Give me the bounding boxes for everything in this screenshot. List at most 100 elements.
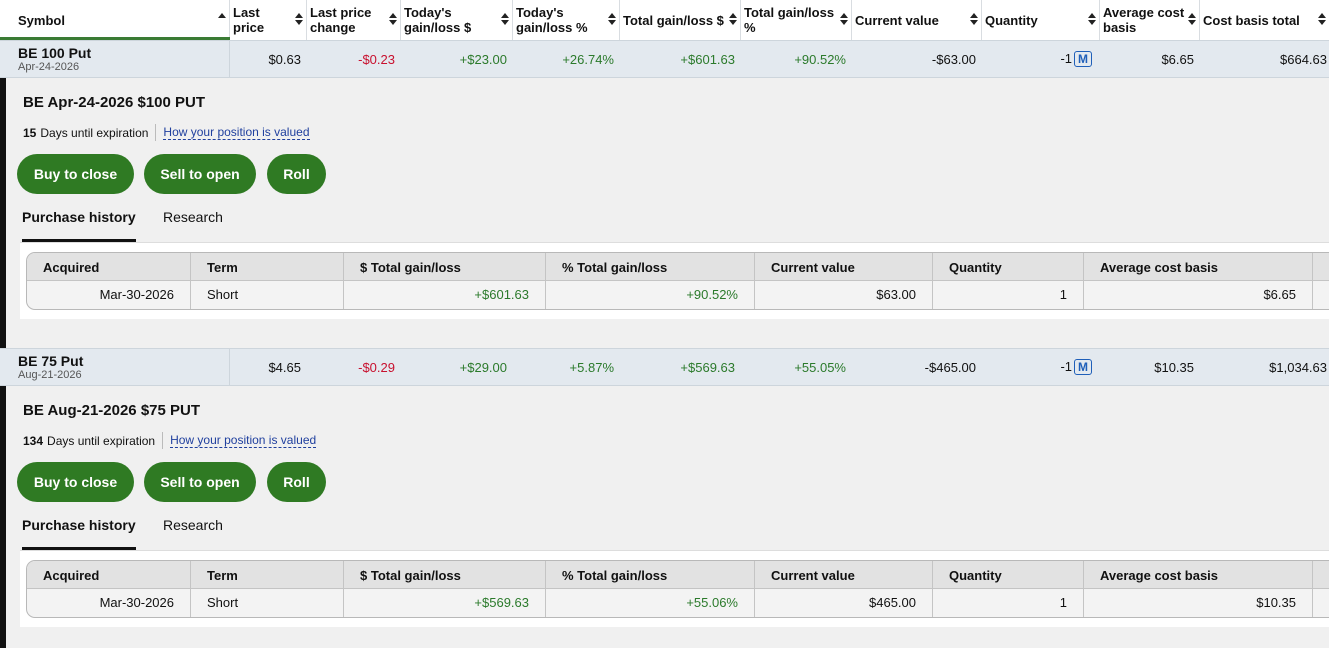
history-term: Short [191,589,344,617]
valuation-link[interactable]: How your position is valued [170,433,317,448]
position-symbol[interactable]: BE 75 Put Aug-21-2026 [18,353,84,382]
column-header-total-gain-dollar[interactable]: Total gain/loss $ [620,0,741,40]
sort-icon [295,13,303,27]
sort-icon [1188,13,1196,27]
history-term: Short [191,281,344,309]
expiration-info: 134 Days until expiration How your posit… [23,432,317,449]
history-total-gain-dollar: +$601.63 [344,281,546,309]
valuation-link[interactable]: How your position is valued [163,125,310,140]
tab-research[interactable]: Research [163,209,223,225]
avg-cost-basis: $10.35 [1154,360,1194,375]
sort-icon [840,13,848,27]
contract-title: BE Aug-21-2026 $75 PUT [23,402,201,419]
history-header-total-gain-dollar: $ Total gain/loss [344,253,546,281]
last-price-change: -$0.23 [358,52,395,67]
days-label: Days until expiration [47,433,156,448]
history-header-term: Term [191,253,344,281]
history-total-gain-pct: +90.52% [546,281,755,309]
positions-table-header: Symbol Last price Last price change Toda… [0,0,1329,41]
quantity: -1 [1060,359,1072,374]
todays-gain-dollar: +$23.00 [459,52,507,67]
position-detail-panel: BE Aug-21-2026 $75 PUT 134 Days until ex… [0,386,1329,648]
column-header-todays-gain-pct[interactable]: Today's gain/loss % [513,0,620,40]
history-total-gain-dollar: +$569.63 [344,589,546,617]
column-divider [229,349,230,385]
history-header-overflow [1313,253,1329,281]
position-row[interactable]: BE 75 Put Aug-21-2026 $4.65 -$0.29 +$29.… [0,348,1329,386]
todays-gain-pct: +5.87% [569,360,614,375]
history-current-value: $63.00 [755,281,933,309]
roll-button[interactable]: Roll [267,154,326,194]
purchase-history-table: Acquired Term $ Total gain/loss % Total … [26,252,1329,310]
purchase-history-panel: Acquired Term $ Total gain/loss % Total … [20,242,1329,319]
column-header-total-gain-pct[interactable]: Total gain/loss % [741,0,852,40]
column-header-cost-basis-total[interactable]: Cost basis total [1200,0,1329,40]
history-current-value: $465.00 [755,589,933,617]
last-price: $0.63 [268,52,301,67]
current-value: -$465.00 [924,360,976,375]
history-total-gain-pct: +55.06% [546,589,755,617]
symbol-expiry-date: Aug-21-2026 [18,369,82,381]
tab-purchase-history[interactable]: Purchase history [22,209,136,225]
total-gain-pct: +55.05% [794,360,846,375]
position-row[interactable]: BE 100 Put Apr-24-2026 $0.63 -$0.23 +$23… [0,40,1329,78]
divider [155,124,157,141]
history-avg-cost-basis: $10.35 [1084,589,1313,617]
column-header-last-price[interactable]: Last price [230,0,307,40]
days-count: 134 [23,433,44,448]
cost-basis-total: $664.63 [1280,52,1327,67]
position-symbol[interactable]: BE 100 Put Apr-24-2026 [18,46,91,74]
history-header-current-value: Current value [755,253,933,281]
margin-badge: M [1074,51,1092,67]
total-gain-dollar: +$601.63 [680,52,735,67]
sort-icon [729,13,737,27]
column-header-avg-cost-basis[interactable]: Average cost basis [1100,0,1200,40]
roll-button[interactable]: Roll [267,462,326,502]
symbol-name: BE 75 Put [18,353,84,369]
last-price: $4.65 [268,360,301,375]
history-header-avg-cost-basis: Average cost basis [1084,253,1313,281]
sort-icon [389,13,397,27]
history-quantity: 1 [933,281,1084,309]
sort-ascending-icon [218,13,226,27]
sell-to-open-button[interactable]: Sell to open [144,154,256,194]
history-header-total-gain-pct: % Total gain/loss [546,253,755,281]
total-gain-pct: +90.52% [794,52,846,67]
expiration-info: 15 Days until expiration How your positi… [23,124,310,141]
sort-icon [1318,13,1326,27]
current-value: -$63.00 [931,52,976,67]
purchase-history-panel: Acquired Term $ Total gain/loss % Total … [20,550,1329,627]
column-divider [229,41,230,77]
buy-to-close-button[interactable]: Buy to close [17,462,134,502]
tab-purchase-history[interactable]: Purchase history [22,517,136,533]
column-header-current-value[interactable]: Current value [852,0,982,40]
history-header-current-value: Current value [755,561,933,589]
sort-icon [608,13,616,27]
history-header-overflow [1313,561,1329,589]
days-label: Days until expiration [40,125,149,140]
history-header-total-gain-dollar: $ Total gain/loss [344,561,546,589]
column-header-quantity[interactable]: Quantity [982,0,1100,40]
column-header-symbol[interactable]: Symbol [0,0,230,40]
sort-icon [1088,13,1096,27]
sort-icon [970,13,978,27]
quantity-cell: -1 M [1060,359,1092,375]
column-header-todays-gain-dollar[interactable]: Today's gain/loss $ [401,0,513,40]
margin-badge: M [1074,359,1092,375]
todays-gain-pct: +26.74% [562,52,614,67]
column-header-last-price-change[interactable]: Last price change [307,0,401,40]
sort-icon [501,13,509,27]
history-quantity: 1 [933,589,1084,617]
position-detail-panel: BE Apr-24-2026 $100 PUT 15 Days until ex… [0,78,1329,348]
history-header-total-gain-pct: % Total gain/loss [546,561,755,589]
cost-basis-total: $1,034.63 [1269,360,1327,375]
sell-to-open-button[interactable]: Sell to open [144,462,256,502]
history-header-term: Term [191,561,344,589]
tab-research[interactable]: Research [163,517,223,533]
days-count: 15 [23,125,37,140]
purchase-history-table: Acquired Term $ Total gain/loss % Total … [26,560,1329,618]
buy-to-close-button[interactable]: Buy to close [17,154,134,194]
symbol-expiry-date: Apr-24-2026 [18,61,80,73]
history-header-quantity: Quantity [933,561,1084,589]
divider [162,432,164,449]
